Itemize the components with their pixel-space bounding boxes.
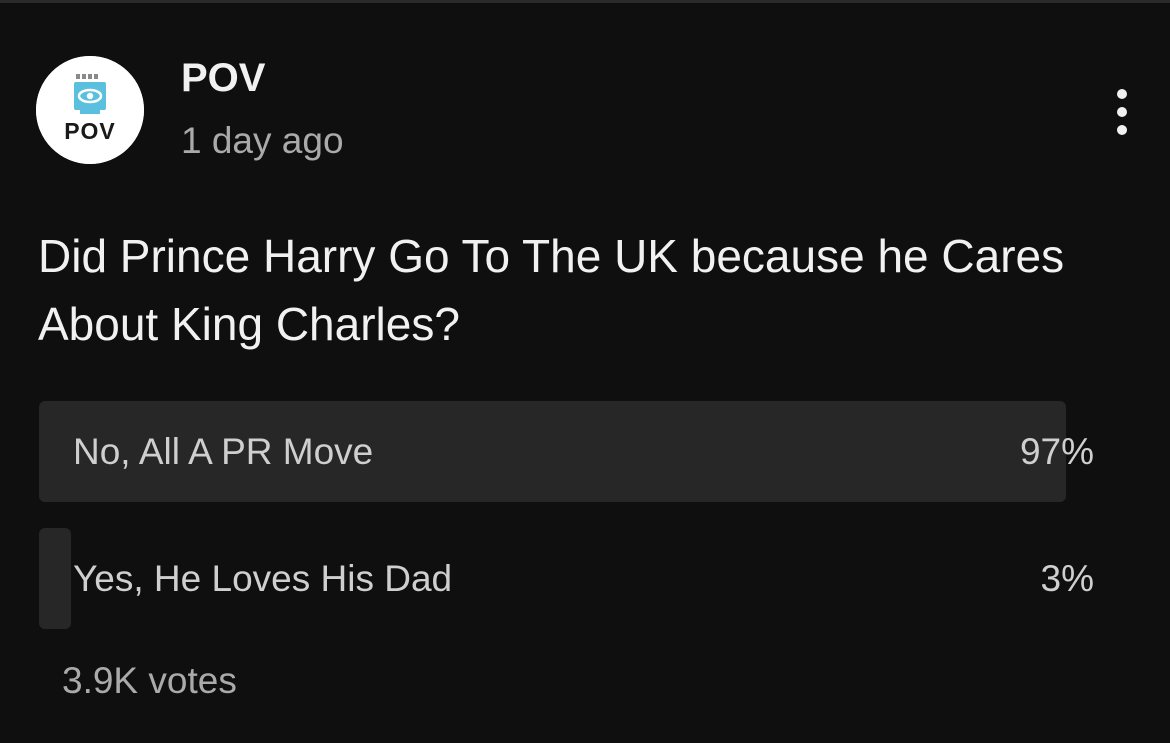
poll-option-bar [39,528,71,629]
channel-name[interactable]: POV [181,56,265,100]
vote-count: 3.9K votes [62,660,237,701]
avatar-text: POV [64,118,116,144]
poll-option-1[interactable]: No, All A PR Move 97% [39,401,1098,502]
poll-option-label: No, All A PR Move [73,430,374,472]
poll-option-percent: 97% [1019,430,1094,472]
eye-logo-icon: POV [36,56,144,164]
community-post: POV POV 1 day ago Did Prince Harry Go To… [0,0,1170,743]
more-options-button[interactable] [1100,84,1144,140]
post-timestamp: 1 day ago [181,120,344,161]
more-vert-icon [1117,89,1127,99]
poll-question: Did Prince Harry Go To The UK because he… [38,230,1065,350]
more-vert-icon-dot [1117,125,1127,135]
poll-option-percent: 3% [1040,557,1094,599]
poll-option-label: Yes, He Loves His Dad [73,557,453,599]
channel-avatar[interactable]: POV [36,56,144,164]
poll-option-2[interactable]: Yes, He Loves His Dad 3% [39,528,1098,629]
more-vert-icon-dot [1117,107,1127,117]
